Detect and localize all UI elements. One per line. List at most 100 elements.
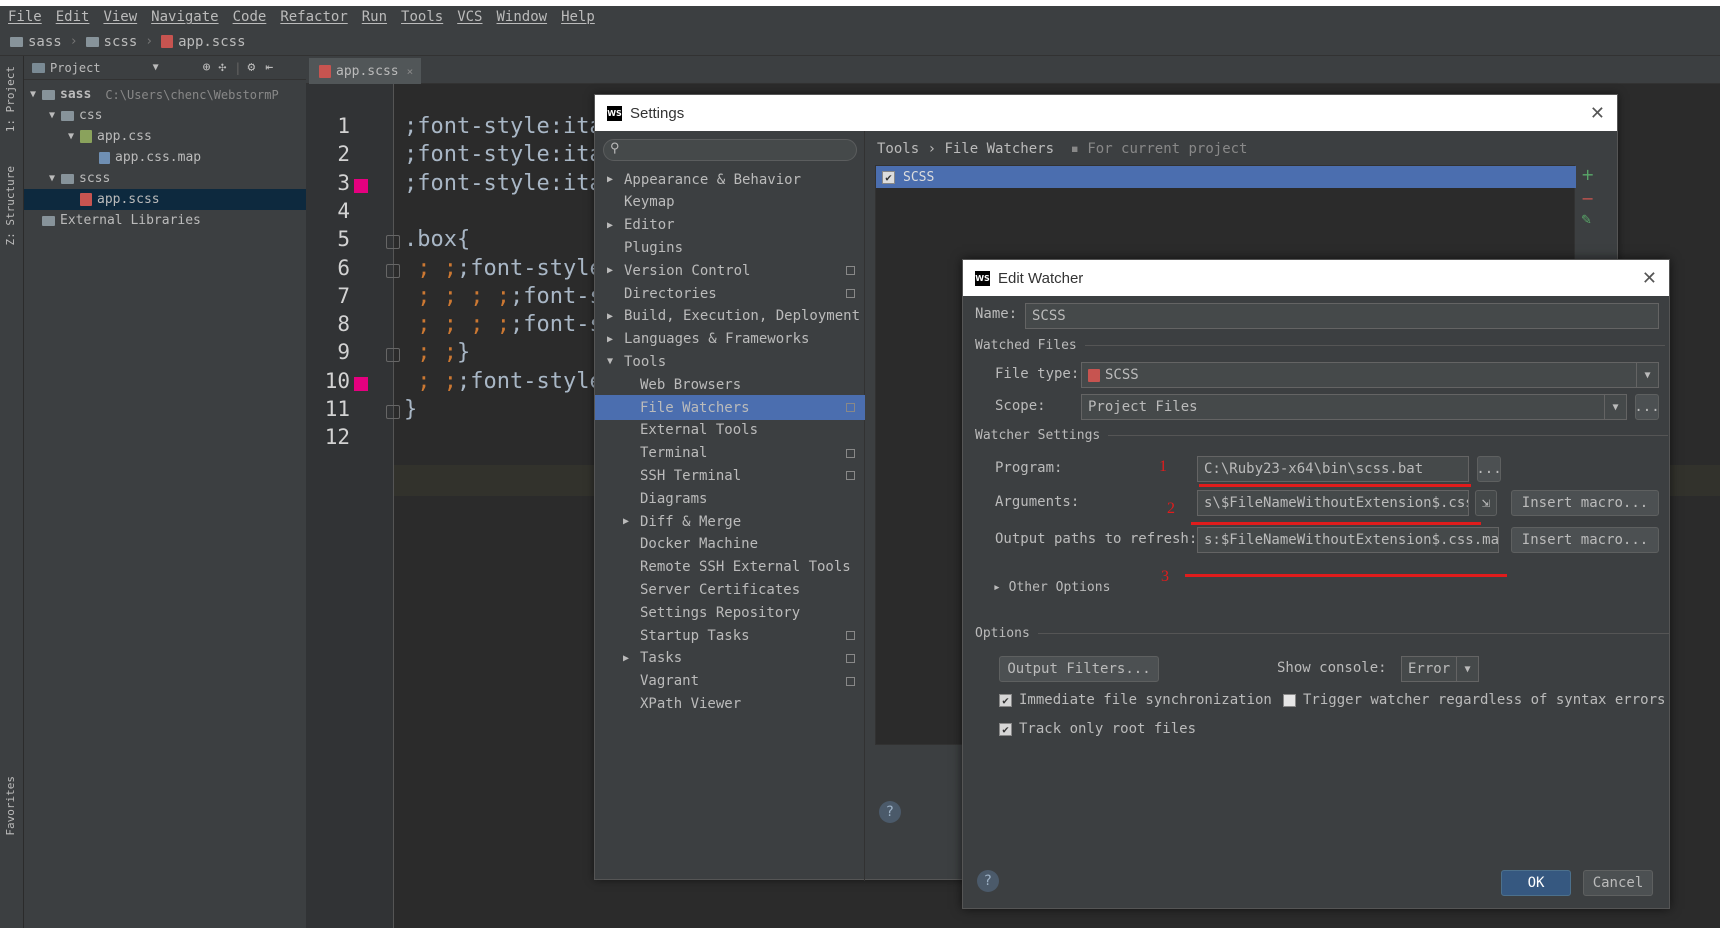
settings-item[interactable]: ▶ Diff & Merge bbox=[595, 509, 865, 534]
color-swatch-icon[interactable] bbox=[354, 178, 368, 193]
settings-item[interactable]: Settings Repository bbox=[595, 600, 865, 625]
expand-arrow-icon[interactable]: ▶ bbox=[607, 334, 624, 345]
settings-item[interactable]: Server Certificates bbox=[595, 577, 865, 602]
settings-item[interactable]: ▶ Appearance & Behavior bbox=[595, 167, 865, 192]
tree-item[interactable]: ▼ app.css bbox=[24, 126, 306, 147]
settings-item[interactable]: Startup Tasks bbox=[595, 623, 865, 648]
add-icon[interactable]: + bbox=[1581, 165, 1594, 184]
settings-item[interactable]: XPath Viewer bbox=[595, 691, 865, 716]
expand-arrow-icon[interactable]: ▼ bbox=[607, 356, 624, 367]
chevron-down-icon[interactable]: ▼ bbox=[1456, 657, 1478, 681]
tree-item[interactable]: app.css.map bbox=[24, 147, 306, 168]
output-filters-button[interactable]: Output Filters... bbox=[999, 656, 1159, 682]
tree-item[interactable]: ▼ sass C:\Users\chenc\WebstormP bbox=[24, 84, 306, 105]
menu-file[interactable]: File bbox=[8, 9, 42, 25]
settings-item[interactable]: ▼ Tools bbox=[595, 349, 865, 374]
menu-refactor[interactable]: Refactor bbox=[280, 9, 347, 25]
chevron-down-icon[interactable]: ▼ bbox=[1604, 395, 1626, 419]
code-area[interactable]: ;font-style:italic">$w:200;font-weight:b… bbox=[394, 84, 594, 928]
settings-item[interactable]: ▶ Tasks bbox=[595, 646, 865, 671]
expand-arrow-icon[interactable]: ▼ bbox=[49, 110, 61, 121]
color-swatch-icon[interactable] bbox=[354, 376, 368, 391]
project-view-selector[interactable]: Project bbox=[50, 61, 101, 75]
settings-item[interactable]: Web Browsers bbox=[595, 372, 865, 397]
menu-run[interactable]: Run bbox=[362, 9, 387, 25]
ok-button[interactable]: OK bbox=[1501, 870, 1571, 896]
menu-tools[interactable]: Tools bbox=[401, 9, 443, 25]
other-options-toggle[interactable]: ▸ Other Options bbox=[993, 580, 1110, 595]
expand-arrow-icon[interactable]: ▼ bbox=[30, 89, 42, 100]
insert-macro-button[interactable]: Insert macro... bbox=[1511, 490, 1659, 516]
settings-item[interactable]: Terminal bbox=[595, 441, 865, 466]
show-console-select[interactable]: Error ▼ bbox=[1401, 656, 1479, 682]
settings-item[interactable]: Plugins bbox=[595, 235, 865, 260]
settings-item[interactable]: Directories bbox=[595, 281, 865, 306]
tree-item[interactable]: ▼ scss bbox=[24, 168, 306, 189]
menu-view[interactable]: View bbox=[103, 9, 137, 25]
settings-item[interactable]: Docker Machine bbox=[595, 532, 865, 557]
expand-arrow-icon[interactable]: ▶ bbox=[607, 174, 624, 185]
settings-item[interactable]: Remote SSH External Tools bbox=[595, 555, 865, 580]
expand-arrow-icon[interactable]: ▶ bbox=[607, 311, 624, 322]
close-icon[interactable]: × bbox=[407, 65, 414, 78]
name-field[interactable]: SCSS bbox=[1025, 303, 1659, 329]
tree-item[interactable]: External Libraries bbox=[24, 210, 306, 231]
settings-item[interactable]: Keymap bbox=[595, 190, 865, 215]
hide-icon[interactable]: ⇤ bbox=[265, 60, 273, 75]
expand-arrow-icon[interactable]: ▶ bbox=[623, 516, 640, 527]
settings-item[interactable]: File Watchers bbox=[595, 395, 865, 420]
watcher-row-scss[interactable]: ✔ SCSS bbox=[876, 166, 1576, 188]
menu-help[interactable]: Help bbox=[561, 9, 595, 25]
program-field[interactable]: C:\Ruby23-x64\bin\scss.bat bbox=[1197, 456, 1469, 482]
tree-item[interactable]: app.scss bbox=[24, 189, 306, 210]
cancel-button[interactable]: Cancel bbox=[1583, 870, 1653, 896]
scope-browse-button[interactable]: ... bbox=[1634, 394, 1660, 420]
settings-search-input[interactable]: ⚲ bbox=[603, 139, 857, 161]
expand-arrow-icon[interactable]: ▶ bbox=[607, 220, 624, 231]
remove-icon[interactable]: − bbox=[1581, 189, 1594, 208]
expand-arrow-icon[interactable]: ▶ bbox=[607, 265, 624, 276]
file-type-select[interactable]: SCSS ▼ bbox=[1081, 362, 1659, 388]
menu-code[interactable]: Code bbox=[233, 9, 267, 25]
settings-item[interactable]: External Tools bbox=[595, 418, 865, 443]
editor-tab-app-scss[interactable]: app.scss × bbox=[309, 58, 421, 84]
watcher-enabled-checkbox[interactable]: ✔ bbox=[882, 170, 895, 184]
settings-item[interactable]: ▶ Languages & Frameworks bbox=[595, 327, 865, 352]
menu-vcs[interactable]: VCS bbox=[457, 9, 482, 25]
menu-edit[interactable]: Edit bbox=[56, 9, 90, 25]
expand-arrow-icon[interactable]: ▶ bbox=[623, 653, 640, 664]
expand-arguments-icon[interactable]: ⇲ bbox=[1475, 490, 1497, 516]
edit-icon[interactable]: ✎ bbox=[1581, 213, 1592, 228]
menu-window[interactable]: Window bbox=[497, 9, 548, 25]
nav-crumb-sass[interactable]: sass bbox=[10, 34, 62, 50]
structure-tool-button[interactable]: Z: Structure bbox=[4, 166, 17, 245]
immediate-sync-checkbox[interactable]: ✔ Immediate file synchronization bbox=[999, 692, 1272, 708]
expand-arrow-icon[interactable]: ▼ bbox=[49, 173, 61, 184]
settings-item[interactable]: ▶ Editor bbox=[595, 213, 865, 238]
close-icon[interactable]: ✕ bbox=[1642, 268, 1657, 289]
help-icon[interactable]: ? bbox=[977, 870, 999, 892]
nav-crumb-scss[interactable]: scss bbox=[85, 34, 137, 50]
favorites-tool-button[interactable]: Favorites bbox=[4, 776, 17, 836]
trigger-watcher-checkbox[interactable]: ✔ Trigger watcher regardless of syntax er… bbox=[1283, 692, 1665, 708]
settings-item[interactable]: ▶ Build, Execution, Deployment bbox=[595, 304, 865, 329]
chevron-down-icon[interactable]: ▼ bbox=[1636, 363, 1658, 387]
insert-macro-button[interactable]: Insert macro... bbox=[1511, 527, 1659, 553]
output-paths-field[interactable]: s:$FileNameWithoutExtension$.css.map bbox=[1197, 527, 1499, 553]
settings-item[interactable]: SSH Terminal bbox=[595, 463, 865, 488]
gear-icon[interactable]: ⚙ bbox=[248, 60, 256, 75]
help-icon[interactable]: ? bbox=[879, 801, 901, 823]
tree-item[interactable]: ▼ css bbox=[24, 105, 306, 126]
collapse-icon[interactable]: ✣ bbox=[218, 60, 226, 75]
project-tool-button[interactable]: 1: Project bbox=[4, 66, 17, 132]
nav-crumb-app-scss[interactable]: app.scss bbox=[161, 34, 246, 50]
locate-icon[interactable]: ⊕ bbox=[203, 60, 211, 75]
settings-item[interactable]: Diagrams bbox=[595, 486, 865, 511]
close-icon[interactable]: ✕ bbox=[1590, 103, 1605, 124]
track-root-checkbox[interactable]: ✔ Track only root files bbox=[999, 721, 1196, 737]
settings-item[interactable]: ▶ Version Control bbox=[595, 258, 865, 283]
chevron-down-icon[interactable]: ▼ bbox=[153, 62, 159, 73]
arguments-field[interactable]: s\$FileNameWithoutExtension$.css bbox=[1197, 490, 1469, 516]
settings-item[interactable]: Vagrant bbox=[595, 669, 865, 694]
menu-navigate[interactable]: Navigate bbox=[151, 9, 218, 25]
